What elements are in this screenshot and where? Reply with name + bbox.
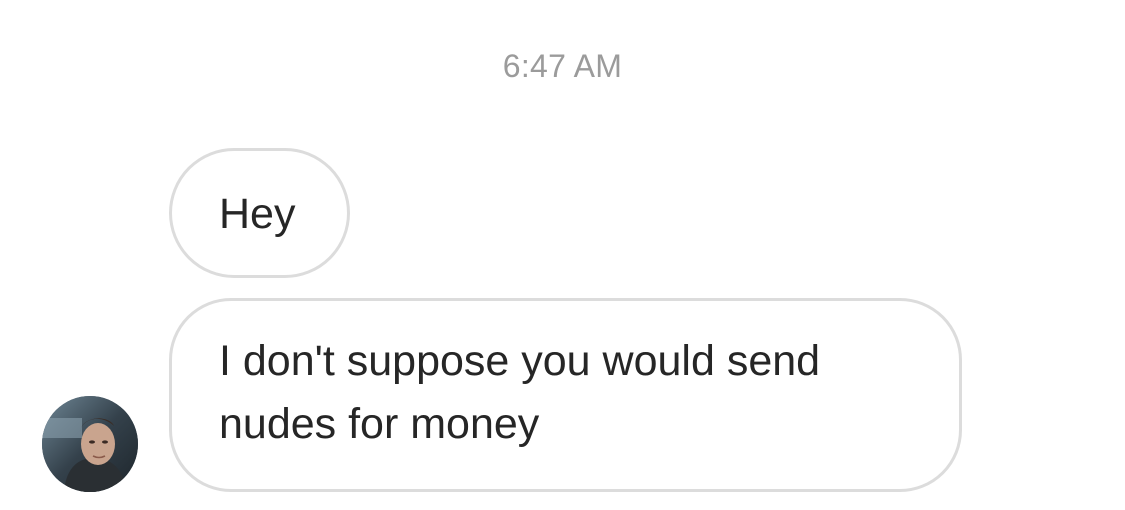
message-text: Hey <box>219 190 296 238</box>
user-avatar-photo-icon <box>42 396 138 492</box>
chat-thread: 6:47 AM Hey I don't suppose you would se… <box>0 0 1125 510</box>
message-timestamp: 6:47 AM <box>502 48 623 84</box>
sender-avatar[interactable] <box>42 396 138 492</box>
message-text: I don't suppose you would send nudes for… <box>219 337 821 448</box>
message-bubble[interactable]: I don't suppose you would send nudes for… <box>169 298 962 492</box>
message-bubble[interactable]: Hey <box>169 148 350 278</box>
